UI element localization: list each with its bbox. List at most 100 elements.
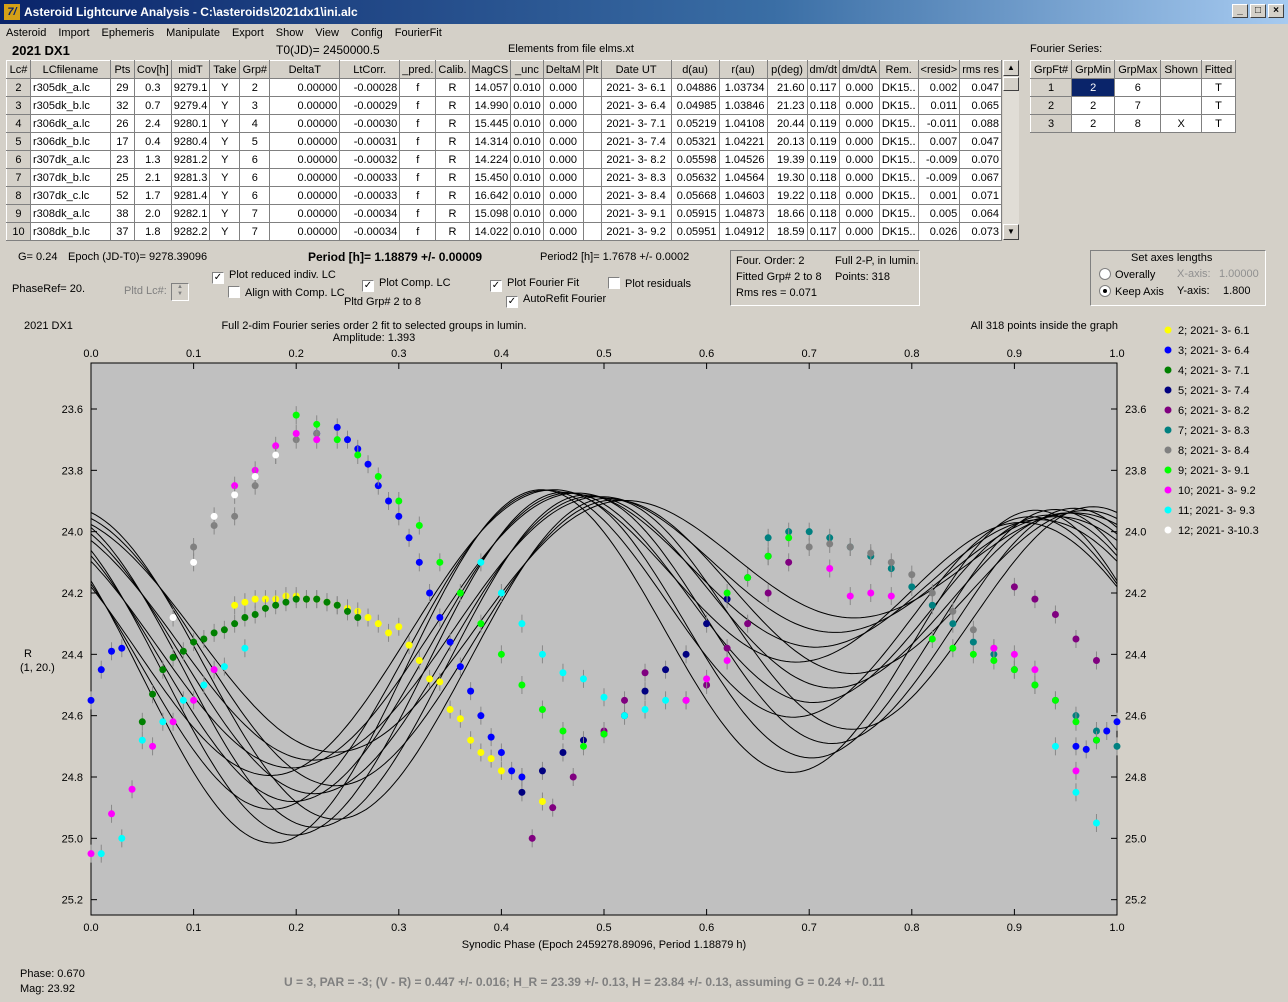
row-header[interactable]: 2 [6,78,31,97]
table-cell[interactable]: 9279.1 [170,78,211,97]
table-cell[interactable]: 2021- 3- 6.4 [600,96,672,115]
table-cell[interactable]: 0.05915 [670,204,720,223]
table-cell[interactable]: 0.010 [510,78,544,97]
table-cell[interactable]: 1.04526 [718,150,768,169]
table-cell[interactable]: 0.3 [133,78,172,97]
table-cell[interactable]: 0.010 [510,150,544,169]
table-cell[interactable]: 21.23 [766,96,808,115]
column-header[interactable]: GrpMax [1114,60,1162,79]
table-cell[interactable]: 0.05668 [670,186,720,205]
table-cell[interactable]: 0.070 [959,150,1002,169]
minimize-button[interactable]: _ [1232,4,1248,18]
table-cell[interactable]: 1.04912 [718,222,768,241]
plot-residuals-checkbox[interactable]: Plot residuals [608,277,691,290]
table-cell[interactable]: R [435,150,470,169]
table-cell[interactable]: 14.057 [468,78,512,97]
table-cell[interactable]: 0.000 [839,96,880,115]
row-header[interactable]: 3 [1029,114,1073,133]
overally-radio[interactable]: Overally [1099,268,1155,281]
column-header[interactable]: Plt [582,60,602,79]
table-cell[interactable]: 2021- 3- 9.1 [600,204,672,223]
column-header[interactable]: GrpFt# [1029,60,1073,79]
table-cell[interactable]: 0.000 [839,78,880,97]
keep-axis-radio[interactable]: Keep Axis [1099,285,1164,298]
table-cell[interactable]: -0.00034 [339,204,401,223]
table-cell[interactable]: f [399,96,437,115]
table-cell[interactable]: 2.4 [133,114,172,133]
table-cell[interactable]: Y [209,132,241,151]
table-cell[interactable]: 0.011 [917,96,961,115]
table-cell[interactable]: 0.05951 [670,222,720,241]
table-cell[interactable]: 7 [239,222,271,241]
table-cell[interactable]: 0.000 [542,168,584,187]
column-header[interactable]: _pred. [399,60,437,79]
table-cell[interactable]: 9282.1 [170,204,211,223]
table-cell[interactable]: 9282.2 [170,222,211,241]
table-cell[interactable]: 9280.4 [170,132,211,151]
table-cell[interactable]: R [435,222,470,241]
column-header[interactable]: Lc# [6,60,31,79]
table-cell[interactable]: 2021- 3- 9.2 [600,222,672,241]
table-cell[interactable]: r306dk_a.lc [29,114,111,133]
table-cell[interactable]: R [435,186,470,205]
table-cell[interactable]: 2021- 3- 7.1 [600,114,672,133]
table-cell[interactable]: 4 [239,114,271,133]
menu-asteroid[interactable]: Asteroid [0,27,52,39]
table-cell[interactable]: 1.04108 [718,114,768,133]
table-cell[interactable]: 0.05219 [670,114,720,133]
row-header[interactable]: 8 [6,186,31,205]
table-cell[interactable]: 3 [239,96,271,115]
table-scrollbar[interactable]: ▲ ▼ [1003,60,1019,240]
table-cell[interactable]: 7 [239,204,271,223]
table-cell[interactable]: 6 [239,186,271,205]
table-cell[interactable]: 2021- 3- 8.4 [600,186,672,205]
table-cell[interactable]: 0.00000 [269,96,341,115]
maximize-button[interactable]: □ [1250,4,1266,18]
table-cell[interactable]: -0.00031 [339,132,401,151]
table-row[interactable]: 5 r306dk_b.lc 17 0.4 9280.4 Y 5 0.00000 -0.00031… [6,132,1002,151]
row-header[interactable]: 1 [1029,78,1073,97]
column-header[interactable]: rms res [959,60,1002,79]
menu-export[interactable]: Export [226,27,270,39]
table-cell[interactable]: r307dk_b.lc [29,168,111,187]
table-row[interactable]: 2 r305dk_a.lc 29 0.3 9279.1 Y 2 0.00000 -0.00028… [6,78,1002,97]
table-cell[interactable]: 2021- 3- 7.4 [600,132,672,151]
table-row[interactable]: 8 r307dk_c.lc 52 1.7 9281.4 Y 6 0.00000 -0.00033… [6,186,1002,205]
table-cell[interactable] [582,132,602,151]
table-cell[interactable]: -0.00029 [339,96,401,115]
table-cell[interactable]: 2021- 3- 6.1 [600,78,672,97]
table-cell[interactable]: 0.000 [542,114,584,133]
table-cell[interactable]: 0.7 [133,96,172,115]
column-header[interactable]: Cov[h] [133,60,172,79]
autorefit-checkbox[interactable]: ✓ AutoRefit Fourier [506,293,606,308]
table-cell[interactable]: 0.00000 [269,78,341,97]
menu-config[interactable]: Config [345,27,389,39]
table-row[interactable]: 7 r307dk_b.lc 25 2.1 9281.3 Y 6 0.00000 -0.00033… [6,168,1002,187]
table-cell[interactable]: DK15.. [878,114,919,133]
table-row[interactable]: 9 r308dk_a.lc 38 2.0 9282.1 Y 7 0.00000 -0.00034… [6,204,1002,223]
column-header[interactable]: LtCorr. [339,60,401,79]
menu-show[interactable]: Show [270,27,310,39]
table-cell[interactable]: r305dk_b.lc [29,96,111,115]
menu-fourierfit[interactable]: FourierFit [389,27,448,39]
table-cell[interactable]: DK15.. [878,168,919,187]
table-cell[interactable]: Y [209,222,241,241]
column-header[interactable]: Date UT [600,60,672,79]
table-cell[interactable]: 1.04603 [718,186,768,205]
plot-comp-checkbox[interactable]: ✓ Plot Comp. LC [362,277,451,292]
table-cell[interactable]: 17 [109,132,135,151]
table-cell[interactable]: 14.224 [468,150,512,169]
table-cell[interactable]: 6 [1114,78,1162,97]
table-cell[interactable]: 0.119 [806,150,841,169]
table-cell[interactable]: -0.00028 [339,78,401,97]
table-cell[interactable]: DK15.. [878,186,919,205]
table-cell[interactable]: f [399,222,437,241]
table-cell[interactable]: -0.00032 [339,150,401,169]
column-header[interactable]: _unc [510,60,544,79]
table-cell[interactable]: 0.000 [542,132,584,151]
menu-ephemeris[interactable]: Ephemeris [96,27,161,39]
column-header[interactable]: Pts [109,60,135,79]
table-cell[interactable]: 9280.1 [170,114,211,133]
table-cell[interactable]: -0.00033 [339,168,401,187]
table-row[interactable]: 3 r305dk_b.lc 32 0.7 9279.4 Y 3 0.00000 -0.00029… [6,96,1002,115]
